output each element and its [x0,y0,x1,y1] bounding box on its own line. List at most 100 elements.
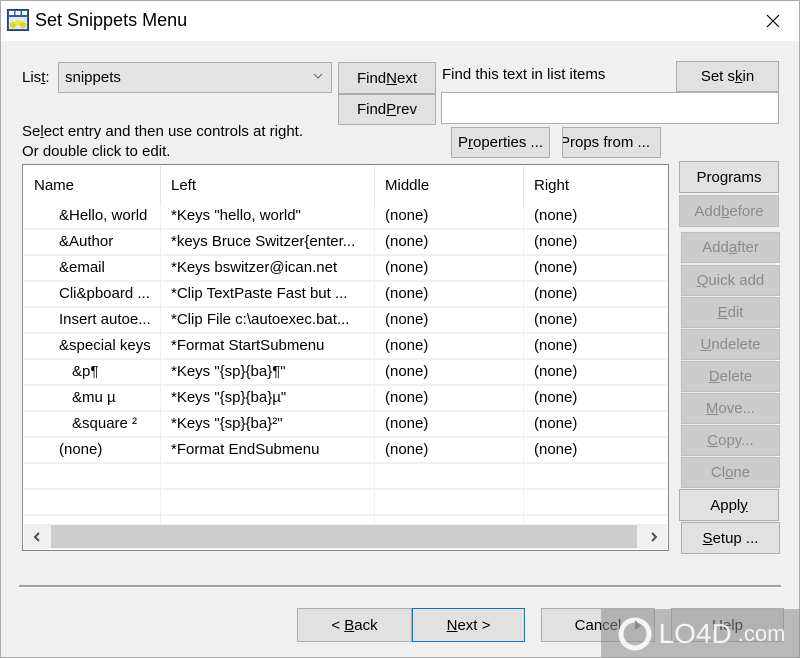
button-accelerator: b [721,202,730,220]
window-title: Set Snippets Menu [35,10,188,30]
instructions-line-1: Select entry and then use controls at ri… [22,123,304,140]
cell-left [161,464,375,488]
table-row[interactable]: Insert autoe... *Clip File c:\autoexec.ba… [24,308,667,334]
cell-left: *Keys bswitzer@ican.net [161,256,375,280]
cell-right: (none) [534,311,578,328]
list-combobox[interactable]: snippets [58,62,332,93]
programs-button[interactable]: Programs [679,161,779,193]
button-accelerator: M [705,400,719,417]
cell-right: (none) [534,441,578,458]
cell-right: (none) [534,337,578,354]
cell-right: (none) [534,233,578,250]
button-label: ne [733,464,751,481]
properties-button[interactable]: Pr operties ... [451,127,550,158]
add-after-button[interactable]: Add a fter [681,232,780,263]
table-row[interactable]: &special keys *Format StartSubmenu (none)(… [24,334,667,360]
button-accelerator: y [740,496,748,514]
cell-left: *Keys "{sp}{ba}¶" [161,360,375,384]
copy-button[interactable]: Copy... [681,425,780,456]
setup-button[interactable]: Setup ... [681,522,780,554]
table-row[interactable]: Cli&pboard ... *Clip TextPaste Fast but .… [24,282,667,308]
scroll-right-button[interactable] [641,524,667,549]
set-skin-button[interactable]: Set s k in [676,61,779,92]
cell-left: *Clip TextPaste Fast but ... [161,282,375,306]
button-label: efore [729,202,764,220]
column-header-middle[interactable]: Middle [375,166,524,204]
button-accelerator: U [700,336,712,353]
button-accelerator: C [707,432,719,449]
find-next-button[interactable]: Find Next [338,62,436,94]
cell-name: &Author [24,230,161,254]
find-prev-button[interactable]: Find Prev [338,94,436,125]
cell-middle: (none) [375,282,524,306]
cell-middle [375,490,524,514]
button-accelerator: D [708,368,720,385]
move-button[interactable]: Move... [681,393,780,424]
cell-name: Cli&pboard ... [24,282,161,306]
button-label: dit [727,304,744,321]
back-button[interactable]: < Back [297,608,412,642]
button-label: opy... [718,432,754,449]
cell-left [161,490,375,514]
button-label: Programs [696,168,762,186]
table-row[interactable]: &Hello, world *Keys "hello, world" (none)(… [24,204,667,230]
find-prompt-label: Find this text in list items [442,66,606,83]
button-label: elete [719,368,753,385]
edit-button[interactable]: Edit [681,297,780,328]
list-label: List: [22,69,50,86]
cell-name [24,490,161,514]
quick-add-button[interactable]: Quick add [681,265,780,296]
table-row[interactable]: &p¶ *Keys "{sp}{ba}¶" (none) (none) [24,360,667,386]
undelete-button[interactable]: Undelete [681,329,780,360]
button-accelerator: S [702,529,713,547]
table-row[interactable]: (none) *Format EndSubmenu (none) (none) [24,438,667,464]
table-row[interactable]: &mu µ *Keys "{sp}{ba}µ" (none) (none) [24,386,667,412]
cell-left: *Keys "hello, world" [161,204,375,228]
button-label: Add [694,202,722,220]
cell-left: *keys Bruce Switzer{enter... [161,230,375,254]
table-row[interactable]: &email *Keys bswitzer@ican.net (none) (none… [24,256,667,282]
find-text-input[interactable] [441,92,779,124]
cell-right: (none) [534,389,578,406]
chevron-left-icon [33,531,40,542]
close-icon [766,14,780,28]
column-header-name[interactable]: Name [24,166,161,204]
watermark-text: LO4D [658,618,732,649]
clone-button[interactable]: Cl o ne [681,457,780,488]
table-row[interactable]: &square ² *Keys "{sp}{ba}²" (none) (none) [24,412,667,438]
button-accelerator: a [728,239,738,256]
cell-right: (none) [534,285,578,302]
cell-middle: (none) [375,204,524,228]
column-header-left[interactable]: Left [161,166,375,204]
cell-name: (none) [24,438,161,462]
close-button[interactable] [761,9,785,33]
watermark-suffix: .com [737,621,786,646]
scroll-left-button[interactable] [24,524,50,549]
props-from-button[interactable]: Props from ... [562,127,661,158]
button-accelerator: E [717,304,728,321]
cell-name: &email [24,256,161,280]
cell-left: *Format StartSubmenu [161,334,375,358]
delete-button[interactable]: Delete [681,361,780,392]
cell-left: *Format EndSubmenu [161,438,375,462]
cell-right [524,490,667,514]
add-before-button[interactable]: Add b efore [679,195,779,227]
title-bar: Set Snippets Menu [1,1,799,41]
snippets-list[interactable]: Name Left Middle Right &Hello, world *Key… [22,164,669,551]
table-row[interactable]: &Author *keys Bruce Switzer{enter... (none… [24,230,667,256]
horizontal-scrollbar[interactable] [24,524,667,549]
cell-name: &mu µ [24,386,161,410]
button-accelerator: Q [696,272,709,289]
next-button[interactable]: Next > [412,608,525,642]
apply-button[interactable]: Appl y [679,489,779,521]
cell-middle: (none) [375,412,524,436]
scrollbar-thumb[interactable] [51,525,637,548]
watermark: LO4D .com [601,609,800,658]
cell-left: *Keys "{sp}{ba}µ" [161,386,375,410]
cell-middle: (none) [375,308,524,332]
cell-name: &square ² [24,412,161,436]
list-viewport: Name Left Middle Right &Hello, world *Key… [24,166,667,549]
button-label: fter [737,239,759,256]
column-header-right[interactable]: Right [524,166,667,204]
cell-left: *Clip File c:\autoexec.bat... [161,308,375,332]
